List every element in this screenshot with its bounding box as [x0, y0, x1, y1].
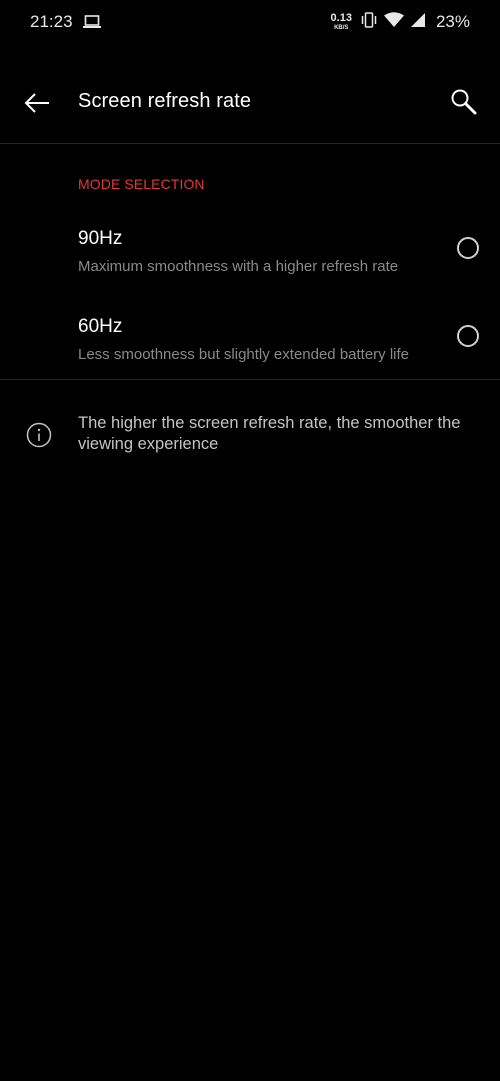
- wifi-icon: [383, 11, 404, 33]
- arrow-left-icon: [24, 93, 49, 113]
- status-icons: 0.13 KB/S 23%: [331, 10, 470, 34]
- status-bar: 21:23 0.13 KB/S 23%: [0, 0, 500, 44]
- laptop-icon: [83, 15, 101, 34]
- network-speed-value: 0.13: [330, 12, 352, 24]
- app-bar-divider: [0, 143, 500, 144]
- option-title: 60Hz: [78, 316, 123, 337]
- network-speed-unit: KB/S: [334, 25, 349, 31]
- option-90hz[interactable]: 90Hz Maximum smoothness with a higher re…: [0, 228, 500, 316]
- search-icon: [451, 89, 477, 115]
- battery-percentage: 23%: [435, 12, 470, 31]
- section-header: MODE SELECTION: [78, 176, 205, 192]
- radio-90hz[interactable]: [457, 237, 479, 259]
- back-button[interactable]: [22, 88, 52, 118]
- radio-60hz[interactable]: [457, 325, 479, 347]
- vibrate-icon: [360, 11, 378, 33]
- info-icon: [26, 422, 52, 448]
- network-speed: 0.13 KB/S: [330, 12, 352, 32]
- option-subtitle: Maximum smoothness with a higher refresh…: [78, 258, 399, 275]
- signal-icon: [410, 12, 426, 33]
- option-title: 90Hz: [78, 228, 123, 249]
- option-60hz[interactable]: 60Hz Less smoothness but slightly extend…: [0, 316, 500, 404]
- option-subtitle: Less smoothness but slightly extended ba…: [78, 346, 410, 363]
- search-button[interactable]: [448, 86, 480, 118]
- status-time: 21:23: [30, 12, 73, 31]
- app-bar: Screen refresh rate: [0, 60, 500, 144]
- page-title: Screen refresh rate: [78, 90, 252, 112]
- info-text: The higher the screen refresh rate, the …: [78, 414, 461, 453]
- section-divider: [0, 379, 500, 380]
